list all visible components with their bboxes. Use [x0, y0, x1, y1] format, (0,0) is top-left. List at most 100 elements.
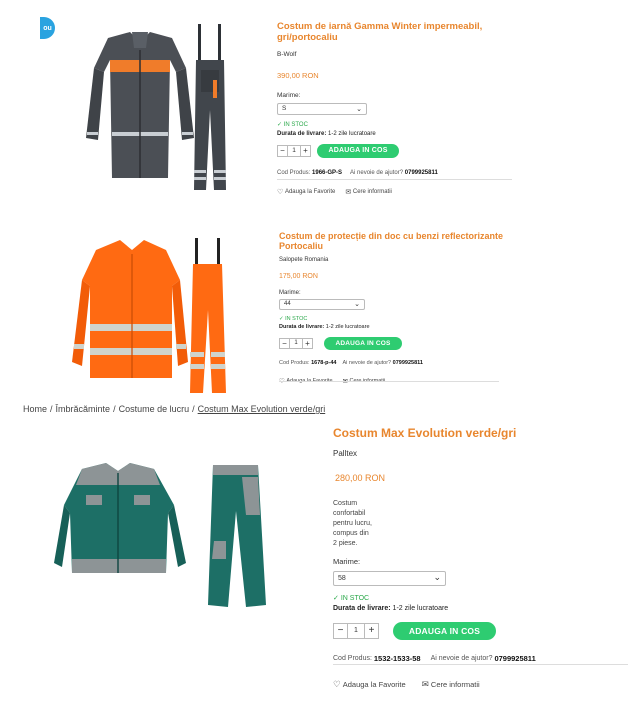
- decrease-button[interactable]: −: [279, 337, 290, 349]
- product-price: 175,00 RON: [279, 272, 318, 280]
- breadcrumb-separator: /: [113, 404, 116, 414]
- phone-number[interactable]: 0799925811: [494, 654, 535, 663]
- code-label: Cod Produs:: [333, 654, 372, 662]
- stock-status: ✓ IN STOC: [277, 121, 512, 128]
- product-description: Costum confortabil pentru lucru, compus …: [333, 499, 628, 550]
- description-line: 2 piese.: [333, 540, 358, 548]
- breadcrumb-home[interactable]: Home: [23, 404, 47, 414]
- delivery-value: 1-2 zile lucratoare: [328, 130, 376, 137]
- chevron-down-icon: ⌄: [354, 300, 360, 309]
- heart-icon: ♡: [333, 679, 341, 690]
- increase-button[interactable]: +: [300, 144, 311, 157]
- help-label: Ai nevoie de ajutor?: [350, 169, 404, 176]
- stock-text: IN STOC: [340, 594, 370, 602]
- quantity-stepper: − 1 +: [277, 144, 311, 157]
- product-info-2: Costum de protecție din doc cu benzi ref…: [279, 231, 514, 385]
- product-actions: ♡ Adauga la Favorite ✉ Cere informatii: [277, 188, 512, 196]
- size-select[interactable]: 44 ⌄: [279, 298, 365, 310]
- divider: [333, 664, 628, 665]
- code-label: Cod Produs:: [277, 169, 311, 176]
- decrease-button[interactable]: −: [277, 144, 288, 157]
- breadcrumb-separator: /: [50, 404, 53, 414]
- size-label: Marime:: [277, 91, 301, 99]
- quantity-value[interactable]: 1: [348, 622, 364, 639]
- product-image-max-evolution[interactable]: [48, 455, 283, 615]
- breadcrumb-clothing[interactable]: Îmbrăcăminte: [56, 404, 111, 414]
- product-brand: B-Wolf: [277, 50, 297, 58]
- add-to-cart-button[interactable]: ADAUGA IN COS: [317, 143, 399, 158]
- breadcrumb-current[interactable]: Costum Max Evolution verde/gri: [198, 404, 326, 414]
- product-title[interactable]: Costum Max Evolution verde/gri: [333, 426, 628, 441]
- quantity-value[interactable]: 1: [290, 337, 302, 349]
- chevron-down-icon: ⌄: [356, 104, 362, 113]
- stock-status: ✓ IN STOC: [333, 594, 628, 602]
- product-image-orange-suit[interactable]: [60, 228, 245, 398]
- increase-button[interactable]: +: [364, 622, 379, 639]
- size-value: S: [282, 105, 287, 113]
- product-meta: Cod Produs: 1966-GP-S Ai nevoie de ajuto…: [277, 170, 512, 176]
- breadcrumb-separator: /: [192, 404, 195, 414]
- help-label: Ai nevoie de ajutor?: [430, 654, 493, 662]
- divider: [279, 381, 499, 382]
- delivery-label: Durata de livrare:: [279, 323, 325, 330]
- size-label: Marime:: [279, 289, 301, 296]
- check-icon: ✓: [279, 315, 284, 322]
- product-price: 280,00 RON: [335, 472, 386, 483]
- product-info-3: Costum Max Evolution verde/gri Palltex 2…: [333, 426, 628, 690]
- size-label: Marime:: [333, 556, 361, 566]
- product-price: 390,00 RON: [277, 70, 319, 80]
- stock-status: ✓ IN STOC: [279, 316, 514, 322]
- delivery-info: Durata de livrare: 1-2 zile lucratoare: [333, 605, 628, 612]
- product-info-1: Costum de iarnă Gamma Winter impermeabil…: [277, 21, 512, 196]
- product-title[interactable]: Costum de iarnă Gamma Winter impermeabil…: [277, 21, 512, 44]
- breadcrumb: Home / Îmbrăcăminte / Costume de lucru /…: [23, 404, 325, 414]
- delivery-value: 1-2 zile lucratoare: [325, 323, 370, 330]
- product-meta: Cod Produs: 1678-p-44 Ai nevoie de ajuto…: [279, 360, 514, 366]
- product-actions: ♡ Adauga la Favorite ✉ Cere informatii: [333, 680, 628, 690]
- mail-icon: ✉: [345, 187, 352, 196]
- add-to-favorites-link[interactable]: Adauga la Favorite: [343, 680, 406, 689]
- product-meta: Cod Produs: 1532-1533-58 Ai nevoie de aj…: [333, 654, 628, 663]
- chevron-down-icon: ⌄: [433, 573, 441, 583]
- description-line: Costum: [333, 499, 358, 507]
- stock-text: IN STOC: [285, 315, 308, 322]
- phone-number[interactable]: 0799925811: [405, 170, 438, 176]
- increase-button[interactable]: +: [302, 337, 313, 349]
- decrease-button[interactable]: −: [333, 622, 348, 639]
- product-brand: Salopete Romania: [279, 256, 329, 263]
- delivery-info: Durata de livrare: 1-2 zile lucratoare: [277, 131, 512, 137]
- delivery-label: Durata de livrare:: [277, 130, 327, 137]
- request-info-link[interactable]: Cere informatii: [431, 680, 480, 689]
- code-value: 1678-p-44: [311, 359, 337, 366]
- breadcrumb-work-suits[interactable]: Costume de lucru: [119, 404, 190, 414]
- size-select[interactable]: 58 ⌄: [333, 570, 446, 586]
- phone-number[interactable]: 0799925811: [393, 360, 423, 366]
- stock-text: IN STOC: [283, 121, 308, 128]
- delivery-value: 1-2 zile lucratoare: [392, 604, 449, 612]
- code-value: 1532-1533-58: [373, 653, 421, 663]
- product-image-winter-suit[interactable]: [58, 20, 258, 195]
- product-title[interactable]: Costum de protecție din doc cu benzi ref…: [279, 231, 514, 252]
- promo-badge: ou: [40, 17, 55, 39]
- quantity-stepper: − 1 +: [279, 337, 313, 349]
- mail-icon: ✉: [421, 679, 429, 690]
- quantity-stepper: − 1 +: [333, 622, 379, 639]
- description-line: confortabil: [333, 509, 366, 517]
- add-to-cart-button[interactable]: ADAUGA IN COS: [393, 621, 496, 640]
- check-icon: ✓: [333, 593, 339, 602]
- delivery-info: Durata de livrare: 1-2 zile lucratoare: [279, 324, 514, 330]
- request-info-link[interactable]: Cere informatii: [353, 189, 392, 195]
- check-icon: ✓: [277, 120, 283, 128]
- size-value: 58: [338, 574, 346, 582]
- heart-icon: ♡: [277, 187, 284, 196]
- size-select[interactable]: S ⌄: [277, 102, 367, 115]
- divider: [277, 179, 512, 180]
- quantity-value[interactable]: 1: [288, 144, 300, 157]
- code-value: 1966-GP-S: [312, 169, 343, 176]
- description-line: pentru lucru,: [333, 520, 372, 528]
- add-to-cart-button[interactable]: ADAUGA IN COS: [324, 336, 402, 350]
- add-to-favorites-link[interactable]: Adauga la Favorite: [285, 189, 335, 195]
- size-value: 44: [284, 301, 291, 308]
- description-line: compus din: [333, 530, 369, 538]
- product-brand: Palltex: [333, 448, 358, 458]
